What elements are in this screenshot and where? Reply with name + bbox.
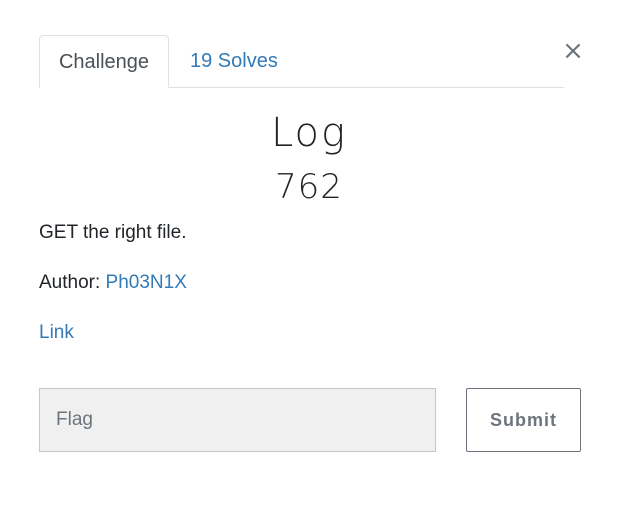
- flag-input[interactable]: [39, 388, 436, 452]
- author-link[interactable]: Ph03N1X: [106, 272, 187, 293]
- challenge-value: 762: [275, 167, 343, 207]
- challenge-tabs: Challenge 19 Solves: [39, 35, 564, 88]
- author-label: Author:: [39, 272, 106, 293]
- challenge-author: Author: Ph03N1X: [39, 272, 187, 294]
- tab-solves[interactable]: 19 Solves: [190, 35, 278, 88]
- close-icon[interactable]: ×: [562, 38, 584, 64]
- challenge-file-link[interactable]: Link: [39, 322, 74, 344]
- challenge-name: Log: [270, 110, 348, 156]
- tab-challenge[interactable]: Challenge: [39, 35, 169, 88]
- challenge-modal: × Challenge 19 Solves Log 762 GET the ri…: [0, 0, 618, 505]
- submit-button[interactable]: Submit: [466, 388, 581, 452]
- challenge-description: GET the right file.: [39, 222, 187, 243]
